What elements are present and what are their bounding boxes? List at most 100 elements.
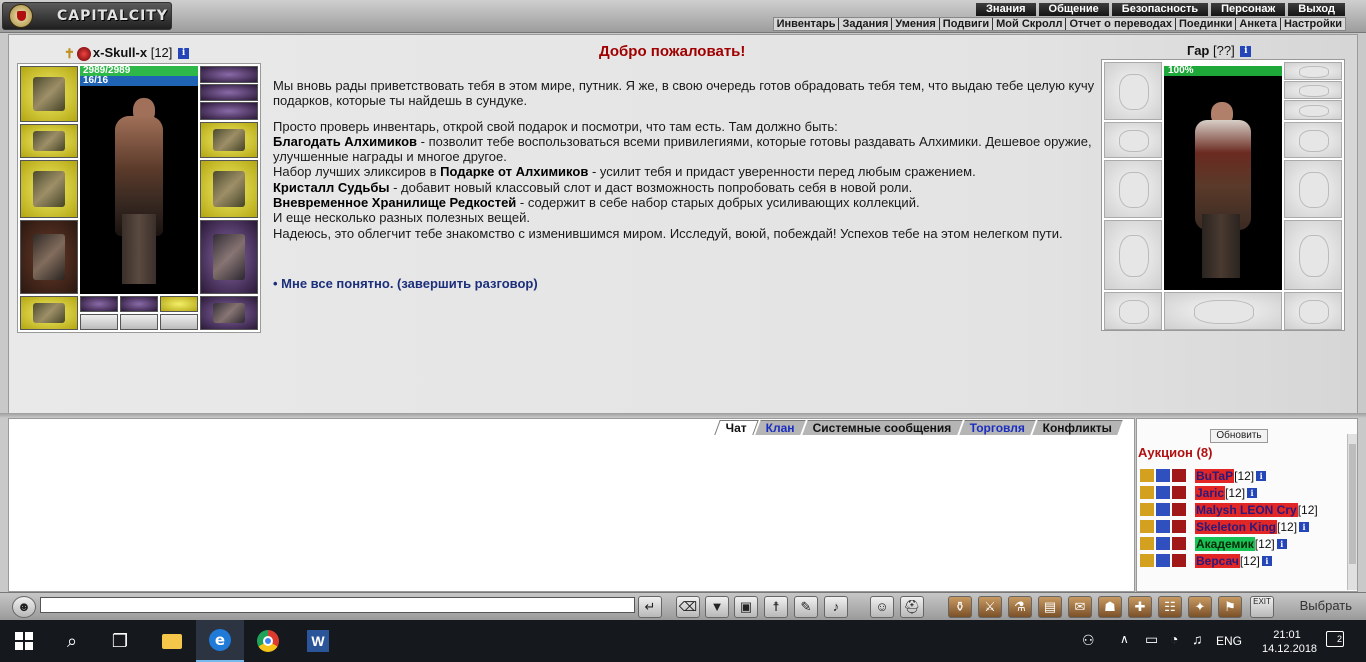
amulet-slot[interactable]: [20, 124, 78, 158]
rune-slot-3[interactable]: [160, 296, 198, 312]
sound-icon[interactable]: ♪: [824, 596, 848, 618]
player-level: [12]: [150, 45, 173, 60]
rune-slot-2[interactable]: [120, 296, 158, 312]
list-item[interactable]: Академик [12] i: [1140, 535, 1350, 552]
helmet-slot[interactable]: [20, 66, 78, 122]
search-icon[interactable]: ⌕: [48, 620, 96, 662]
eraser-icon[interactable]: ⌫: [676, 596, 700, 618]
chat-input[interactable]: [40, 597, 635, 613]
game-logo[interactable]: CAPITALCITY: [2, 2, 172, 30]
scroll-icon[interactable]: ✉: [1068, 596, 1092, 618]
list-item[interactable]: Skeleton King [12] i: [1140, 518, 1350, 535]
dwarf-icon[interactable]: ✚: [1128, 596, 1152, 618]
people-icon[interactable]: ⚇: [1082, 632, 1095, 649]
info-icon[interactable]: i: [1256, 470, 1267, 481]
sword-icon[interactable]: ⚔: [978, 596, 1002, 618]
weapon-right-slot[interactable]: [200, 160, 258, 218]
nav-security[interactable]: Безопасность: [1111, 3, 1209, 16]
paw-icon[interactable]: ✦: [1188, 596, 1212, 618]
gloves-slot[interactable]: [200, 122, 258, 158]
npc-ring-slot-2: [1284, 81, 1342, 99]
empty-slot-1[interactable]: [80, 314, 118, 330]
armor-slot[interactable]: [20, 220, 78, 294]
file-explorer-icon[interactable]: [148, 620, 196, 662]
chrome-icon[interactable]: [244, 620, 292, 662]
subnav-inventory[interactable]: Инвентарь: [774, 18, 839, 30]
player-badges-icon: [1140, 503, 1195, 516]
list-item[interactable]: Jaric [12] i: [1140, 484, 1350, 501]
exit-icon[interactable]: EXIT: [1250, 596, 1274, 618]
start-button[interactable]: [0, 620, 48, 662]
dialog-item-2: Набор лучших эликсиров в Подарке от Алхи…: [273, 164, 976, 180]
info-icon[interactable]: i: [1240, 46, 1252, 58]
nav-character[interactable]: Персонаж: [1211, 3, 1286, 16]
nav-communication[interactable]: Общение: [1038, 3, 1109, 16]
chat-panel[interactable]: Чат Клан Системные сообщения Торговля Ко…: [8, 418, 1135, 592]
npc-amulet-slot: [1104, 122, 1162, 158]
empty-slot-2[interactable]: [120, 314, 158, 330]
clan-icon[interactable]: [76, 46, 91, 61]
task-view-icon[interactable]: ❐: [96, 620, 144, 662]
tab-system-messages[interactable]: Системные сообщения: [802, 420, 963, 435]
empty-slot-3[interactable]: [160, 314, 198, 330]
pants-slot[interactable]: [200, 220, 258, 294]
edit-icon[interactable]: ✎: [794, 596, 818, 618]
nav-knowledge[interactable]: Знания: [976, 3, 1036, 16]
language-indicator[interactable]: ENG: [1216, 634, 1242, 648]
weapon-left-slot[interactable]: [20, 160, 78, 218]
volume-icon[interactable]: ♫: [1192, 631, 1203, 647]
notification-icon[interactable]: 2: [1326, 631, 1344, 647]
list-item[interactable]: Malysh LEON Cry [12]: [1140, 501, 1350, 518]
wifi-icon[interactable]: ◔: [1170, 631, 1178, 647]
smiley-menu-icon[interactable]: ☻: [12, 596, 36, 618]
tab-trade[interactable]: Торговля: [958, 420, 1036, 435]
select-button[interactable]: Выбрать: [1280, 596, 1356, 618]
info-icon[interactable]: i: [178, 48, 190, 60]
ring-slot-3[interactable]: [200, 102, 258, 120]
smile-icon[interactable]: ☺: [870, 596, 894, 618]
subnav-settings[interactable]: Настройки: [1279, 18, 1345, 30]
bag-icon[interactable]: ⚱: [948, 596, 972, 618]
subnav-my-scroll[interactable]: Мой Скролл: [992, 18, 1065, 30]
tab-conflicts[interactable]: Конфликты: [1032, 420, 1123, 435]
subnav-battles[interactable]: Поединки: [1174, 18, 1235, 30]
tab-chat[interactable]: Чат: [714, 420, 759, 435]
tab-clan[interactable]: Клан: [755, 420, 806, 435]
group-icon[interactable]: ☷: [1158, 596, 1182, 618]
edge-icon[interactable]: e: [196, 620, 244, 662]
subnav-quests[interactable]: Задания: [838, 18, 891, 30]
tray-chevron-icon[interactable]: ∧: [1120, 632, 1129, 646]
filter-icon[interactable]: ▼: [705, 596, 729, 618]
nav-exit[interactable]: Выход: [1288, 3, 1345, 16]
info-icon[interactable]: i: [1247, 487, 1258, 498]
battery-icon[interactable]: ▭: [1145, 631, 1158, 648]
rune-slot-1[interactable]: [80, 296, 118, 312]
send-icon[interactable]: ↵: [638, 596, 662, 618]
refresh-button[interactable]: Обновить: [1210, 429, 1268, 443]
subnav-profile[interactable]: Анкета: [1235, 18, 1280, 30]
mask-icon[interactable]: ☗: [1098, 596, 1122, 618]
subnav-feats[interactable]: Подвиги: [938, 18, 992, 30]
subnav-transfer-report[interactable]: Отчет о переводах: [1065, 18, 1175, 30]
player-list-scrollbar[interactable]: [1347, 434, 1357, 590]
info-icon[interactable]: i: [1299, 521, 1310, 532]
belt-slot[interactable]: [20, 296, 78, 330]
ring-slot-1[interactable]: [200, 66, 258, 83]
ring-slot-2[interactable]: [200, 84, 258, 101]
save-icon[interactable]: ▣: [734, 596, 758, 618]
player-avatar[interactable]: 2989/2989 16/16: [80, 66, 198, 294]
system-clock[interactable]: 21:01 14.12.2018: [1262, 628, 1317, 656]
potion-icon[interactable]: ⚗: [1008, 596, 1032, 618]
list-item[interactable]: Версач [12] i: [1140, 552, 1350, 569]
word-icon[interactable]: W: [294, 620, 342, 662]
boots-slot[interactable]: [200, 296, 258, 330]
info-icon[interactable]: i: [1261, 555, 1272, 566]
helmet-icon[interactable]: ⛑: [900, 596, 924, 618]
figure-icon[interactable]: ☨: [764, 596, 788, 618]
list-item[interactable]: BuTaP [12] i: [1140, 467, 1350, 484]
end-conversation-link[interactable]: • Мне все понятно. (завершить разговор): [273, 276, 538, 291]
flag-icon[interactable]: ⚑: [1218, 596, 1242, 618]
info-icon[interactable]: i: [1276, 538, 1287, 549]
chest-icon[interactable]: ▤: [1038, 596, 1062, 618]
subnav-skills[interactable]: Умения: [891, 18, 938, 30]
